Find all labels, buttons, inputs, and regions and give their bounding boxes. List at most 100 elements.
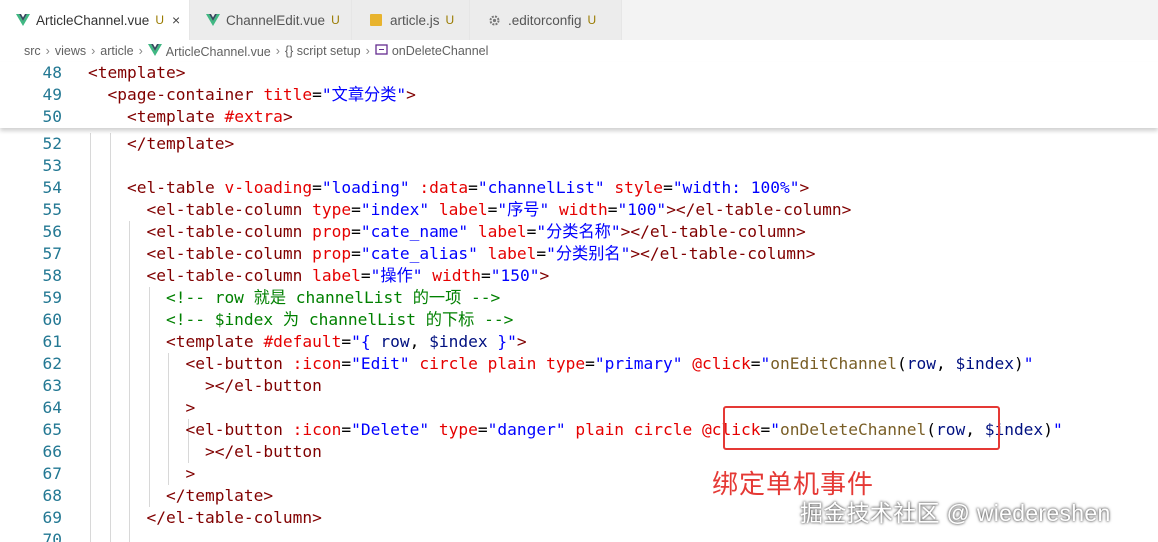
line-number: 49 <box>42 85 63 104</box>
token: :data <box>419 178 469 197</box>
token: = <box>351 200 361 219</box>
js-icon <box>368 12 384 28</box>
line-number: 64 <box>42 398 63 417</box>
tab-label: article.js <box>390 12 440 28</box>
token: "channelList" <box>477 178 615 197</box>
breadcrumb-label: article <box>100 44 134 58</box>
tab--editorconfig[interactable]: .editorconfig U <box>470 0 622 40</box>
code-line[interactable]: 61 <template #default="{ row, $index }"> <box>0 331 1158 353</box>
code-text: <template #extra> <box>88 106 293 128</box>
code-line[interactable]: 56 <el-table-column prop="cate_name" lab… <box>0 221 1158 243</box>
code-line[interactable]: 70 <box>0 529 1158 542</box>
token: <el-table-column <box>88 200 313 219</box>
token: > <box>88 464 196 483</box>
code-text: ></el-button <box>88 441 322 463</box>
token: > <box>282 107 293 126</box>
token: width <box>558 200 608 219</box>
token: "loading" <box>321 178 420 197</box>
tab-articlechannel-vue[interactable]: ArticleChannel.vue U × <box>0 0 190 40</box>
breadcrumb-item[interactable]: onDeleteChannel <box>375 44 488 58</box>
breadcrumb-item[interactable]: views <box>55 44 86 58</box>
code-line[interactable]: 50 <template #extra> <box>0 106 1158 128</box>
code-text: <template #default="{ row, $index }"> <box>88 331 527 353</box>
token: <el-table-column <box>88 244 313 263</box>
code-line[interactable]: 57 <el-table-column prop="cate_alias" la… <box>0 243 1158 265</box>
code-line[interactable]: 55 <el-table-column type="index" label="… <box>0 199 1158 221</box>
breadcrumb-item[interactable]: ArticleChannel.vue <box>147 43 271 59</box>
code-line[interactable]: 49 <page-container title="文章分类"> <box>0 84 1158 106</box>
token: "danger" <box>487 420 576 439</box>
token: "width: 100%" <box>672 178 800 197</box>
token: = <box>607 200 618 219</box>
token: ) <box>1013 354 1024 373</box>
token: $index <box>955 354 1014 373</box>
line-number: 61 <box>42 332 63 351</box>
breadcrumb-label: {} script setup <box>284 44 361 58</box>
token: , <box>409 332 430 351</box>
token: <!-- row 就是 channelList 的一项 --> <box>88 288 501 307</box>
watermark: 掘金技术社区 @ wiedereshen <box>800 500 1111 526</box>
token: = <box>468 178 478 197</box>
line-number: 53 <box>42 156 63 175</box>
gear-icon <box>486 12 502 28</box>
token: = <box>750 354 761 373</box>
token: "cate_alias" <box>360 244 488 263</box>
token: = <box>526 222 537 241</box>
token: "文章分类" <box>321 85 407 104</box>
token: ></el-table-column> <box>620 222 806 241</box>
token: = <box>487 200 498 219</box>
line-number: 54 <box>42 178 63 197</box>
chevron-right-icon: › <box>91 44 96 58</box>
token: label <box>487 244 537 263</box>
token: "cate_name" <box>360 222 478 241</box>
code-text: <el-table-column prop="cate_alias" label… <box>88 243 816 265</box>
breadcrumb-item[interactable]: src <box>24 44 41 58</box>
code-line[interactable]: 62 <el-button :icon="Edit" circle plain … <box>0 353 1158 375</box>
code-text: <page-container title="文章分类"> <box>88 84 415 106</box>
code-line[interactable]: 52 </template> <box>0 133 1158 155</box>
token: <el-table-column <box>88 222 313 241</box>
code-line[interactable]: 63 ></el-button <box>0 375 1158 397</box>
code-line[interactable]: 48 <template> <box>0 62 1158 84</box>
token: ></el-table-column> <box>630 244 816 263</box>
token: label <box>477 222 527 241</box>
token: = <box>351 222 361 241</box>
chevron-right-icon: › <box>365 44 370 58</box>
code-line[interactable]: 58 <el-table-column label="操作" width="15… <box>0 265 1158 287</box>
token: :icon <box>292 420 342 439</box>
tab-channeledit-vue[interactable]: ChannelEdit.vue U <box>190 0 352 40</box>
token: prop <box>312 244 352 263</box>
code-text: </template> <box>88 485 273 507</box>
code-line[interactable]: 54 <el-table v-loading="loading" :data="… <box>0 177 1158 199</box>
token: <el-table-column <box>88 266 313 285</box>
breadcrumb-item[interactable]: {} script setup <box>285 44 361 58</box>
chevron-right-icon: › <box>275 44 280 58</box>
code-editor[interactable]: 52 </template> 53 54 <el-table v-loading="… <box>0 130 1158 542</box>
token: ></el-table-column> <box>666 200 852 219</box>
line-number: 58 <box>42 266 63 285</box>
close-icon[interactable]: × <box>172 12 180 28</box>
code-line[interactable]: 53 <box>0 155 1158 177</box>
token: "操作" <box>370 266 433 285</box>
token: " <box>760 354 771 373</box>
breadcrumb: src › views › article › ArticleChannel.vue › {} … <box>0 40 1158 62</box>
method-icon <box>375 44 388 55</box>
token: plain circle <box>575 420 703 439</box>
token: </template> <box>88 134 235 153</box>
token: " <box>1023 354 1034 373</box>
token: ></el-button <box>88 376 322 395</box>
code-line[interactable]: 67 > <box>0 463 1158 485</box>
line-number: 57 <box>42 244 63 263</box>
breadcrumb-item[interactable]: article <box>100 44 133 58</box>
vue-icon <box>206 12 220 28</box>
token: > <box>799 178 810 197</box>
token: type <box>438 420 478 439</box>
code-line[interactable]: 59 <!-- row 就是 channelList 的一项 --> <box>0 287 1158 309</box>
code-line[interactable]: 60 <!-- $index 为 channelList 的下标 --> <box>0 309 1158 331</box>
line-number: 59 <box>42 288 63 307</box>
tab-article-js[interactable]: article.js U <box>352 0 470 40</box>
line-number: 63 <box>42 376 63 395</box>
git-status-badge: U <box>331 13 340 27</box>
code-text: > <box>88 397 195 419</box>
code-text: <el-table-column label="操作" width="150"> <box>88 265 549 287</box>
